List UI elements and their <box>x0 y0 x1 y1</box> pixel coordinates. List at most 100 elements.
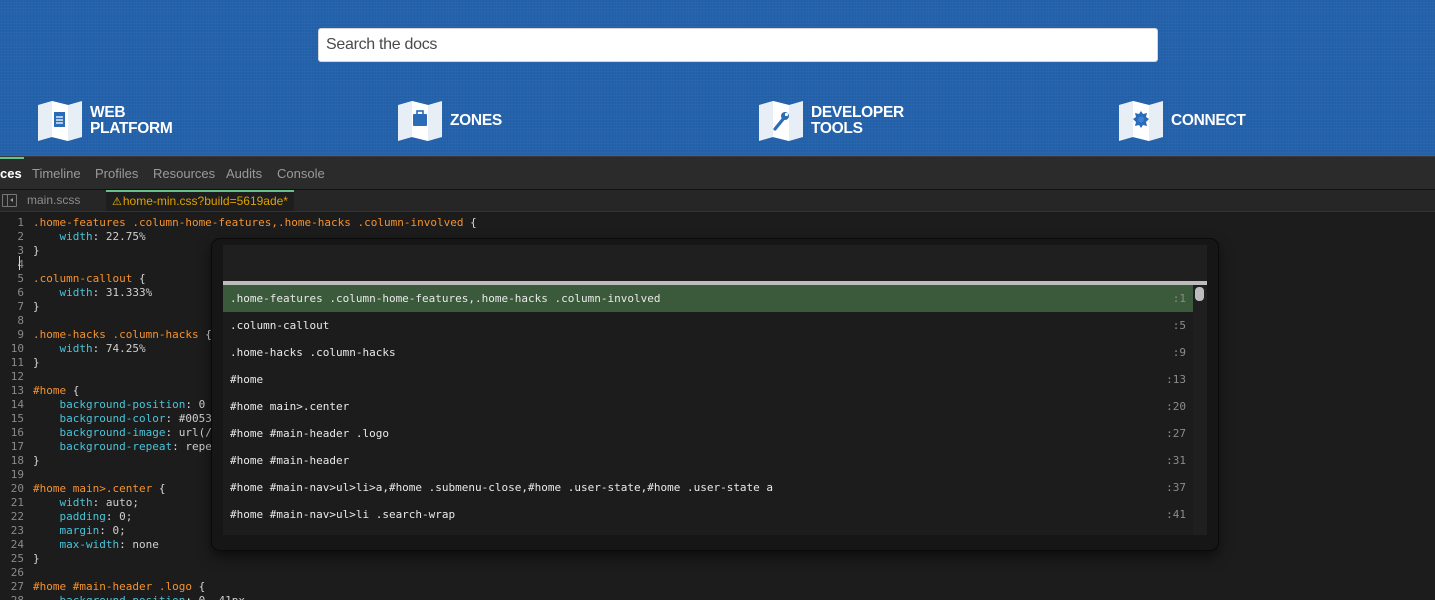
code-line: .column-callout { <box>33 272 146 285</box>
quick-open-item[interactable]: .column-callout :5 <box>223 312 1193 339</box>
line-number: 24 <box>10 538 24 551</box>
line-number: 19 <box>10 468 24 481</box>
line-number: 11 <box>10 356 24 369</box>
quick-open-item[interactable]: #home #main-nav>ul>li .search-wrap :41 <box>223 501 1193 528</box>
code-line: #home #main-header .logo { <box>33 580 206 593</box>
briefcase-icon <box>398 101 442 141</box>
quick-open-item-line: :1 <box>1172 292 1186 305</box>
code-line: max-width: none <box>59 538 159 551</box>
quick-open-results: .home-features .column-home-features,.ho… <box>223 285 1193 535</box>
line-number: 10 <box>10 342 24 355</box>
site-header: WEB PLATFORM ZONES DEVELOPER TOOLS CONNE… <box>0 0 1435 156</box>
code-line: } <box>33 356 40 369</box>
quick-open-item-label: #home #main-header .logo <box>230 427 389 440</box>
nav-label: ZONES <box>450 112 502 129</box>
quick-open-item-label: #home #main-nav>ul>li .search-wrap <box>230 508 456 521</box>
code-line: #home main>.center { <box>33 482 166 495</box>
code-line: #home { <box>33 384 80 397</box>
quick-open-item-label: #home <box>230 373 264 386</box>
file-tab-bar: main.scss ⚠home-min.css?build=5619ade* <box>0 190 1435 212</box>
code-line: width: auto; <box>59 496 140 509</box>
code-line: width: 22.75% <box>59 230 146 243</box>
tab-audits[interactable]: Audits <box>226 157 262 190</box>
nav-zones[interactable]: ZONES <box>398 101 502 141</box>
line-number: 26 <box>10 566 24 579</box>
devtools-tab-bar: ces Timeline Profiles Resources Audits C… <box>0 156 1435 190</box>
quick-open-item[interactable]: .home-hacks .column-hacks:9 <box>223 339 1193 366</box>
badge-icon <box>1119 101 1163 141</box>
line-number: 4 <box>17 258 24 271</box>
tab-console[interactable]: Console <box>277 157 325 190</box>
quick-open-scrollbar[interactable] <box>1193 285 1207 535</box>
line-number: 13 <box>10 384 24 397</box>
quick-open-item-label: .home-hacks .column-hacks <box>230 346 396 359</box>
line-number: 9 <box>17 328 24 341</box>
code-line: .home-hacks .column-hacks { <box>33 328 212 341</box>
line-number: 23 <box>10 524 24 537</box>
nav-web-platform[interactable]: WEB PLATFORM <box>38 101 173 141</box>
line-number: 20 <box>10 482 24 495</box>
quick-open-item[interactable]: #home:13 <box>223 366 1193 393</box>
tab-sources[interactable]: ces <box>0 157 22 190</box>
line-number: 5 <box>17 272 24 285</box>
quick-open-item-label: #home #main-header <box>230 454 350 467</box>
nav-connect[interactable]: CONNECT <box>1119 101 1246 141</box>
quick-open-item[interactable]: #home main>.center :20 <box>223 393 1193 420</box>
quick-open-item-label: .column-callout <box>230 319 330 332</box>
line-number: 7 <box>17 300 24 313</box>
line-number: 17 <box>10 440 24 453</box>
quick-open-item-label: #home #main-nav>ul>li>a,#home .submenu-c… <box>230 481 774 494</box>
quick-open-item[interactable]: #home #main-nav>ul>li>a,#home .submenu-c… <box>223 474 1193 501</box>
code-line: } <box>33 244 40 257</box>
line-number: 22 <box>10 510 24 523</box>
quick-open-item-line: :37 <box>1166 481 1186 494</box>
line-number: 25 <box>10 552 24 565</box>
quick-open-item-line: :20 <box>1166 400 1186 413</box>
line-number: 18 <box>10 454 24 467</box>
quick-open-item-label: .home-features .column-home-features,.ho… <box>230 292 661 305</box>
code-line: width: 74.25% <box>59 342 146 355</box>
line-number: 12 <box>10 370 24 383</box>
quick-open-item[interactable]: .home-features .column-home-features,.ho… <box>223 285 1193 312</box>
code-line: background-image: url(/me <box>59 426 226 439</box>
code-line: } <box>33 552 40 565</box>
tab-timeline[interactable]: Timeline <box>32 157 81 190</box>
tab-resources[interactable]: Resources <box>153 157 215 190</box>
line-number-gutter: 1 2 3 4 5 6 7 8 9 10 11 12 13 14 15 16 17 18 19 20 21 22 23 24 2… <box>0 212 26 600</box>
tab-profiles[interactable]: Profiles <box>95 157 138 190</box>
scrollbar-thumb[interactable] <box>1195 287 1204 301</box>
wrench-icon <box>759 101 803 141</box>
code-line: background-color: #00539 <box>59 412 219 425</box>
quick-open-item[interactable]: #home #main-header .logo :27 <box>223 420 1193 447</box>
quick-open-input[interactable] <box>223 245 1207 281</box>
file-tab-home-min-css[interactable]: ⚠home-min.css?build=5619ade* <box>106 190 294 211</box>
toggle-sidebar-icon[interactable] <box>2 194 17 207</box>
page-icon <box>38 101 82 141</box>
nav-developer-tools[interactable]: DEVELOPER TOOLS <box>759 101 904 141</box>
quick-open-item-line: :5 <box>1172 319 1186 332</box>
quick-open-input-wrapper <box>223 245 1207 281</box>
text-caret <box>19 256 20 270</box>
line-number: 15 <box>10 412 24 425</box>
line-number: 3 <box>17 244 24 257</box>
code-line: } <box>33 454 40 467</box>
line-number: 27 <box>10 580 24 593</box>
line-number: 14 <box>10 398 24 411</box>
search-input[interactable] <box>318 28 1158 62</box>
code-line: } <box>33 300 40 313</box>
warning-icon: ⚠ <box>112 196 122 208</box>
quick-open-item-line: :41 <box>1166 508 1186 521</box>
file-tab-main-scss[interactable]: main.scss <box>27 190 80 211</box>
quick-open-item[interactable]: #home #main-header:31 <box>223 447 1193 474</box>
nav-label: DEVELOPER TOOLS <box>811 104 904 137</box>
code-line: background-position: 0 0, <box>59 398 226 411</box>
code-line: .home-features .column-home-features,.ho… <box>33 216 477 229</box>
line-number: 2 <box>17 230 24 243</box>
nav-label: CONNECT <box>1171 112 1246 129</box>
line-number: 21 <box>10 496 24 509</box>
quick-open-item-label: #home main>.center <box>230 400 350 413</box>
code-line: width: 31.333% <box>59 286 153 299</box>
quick-open-item-line: :27 <box>1166 427 1186 440</box>
line-number: 28 <box>0 594 24 600</box>
line-number: 1 <box>17 216 24 229</box>
